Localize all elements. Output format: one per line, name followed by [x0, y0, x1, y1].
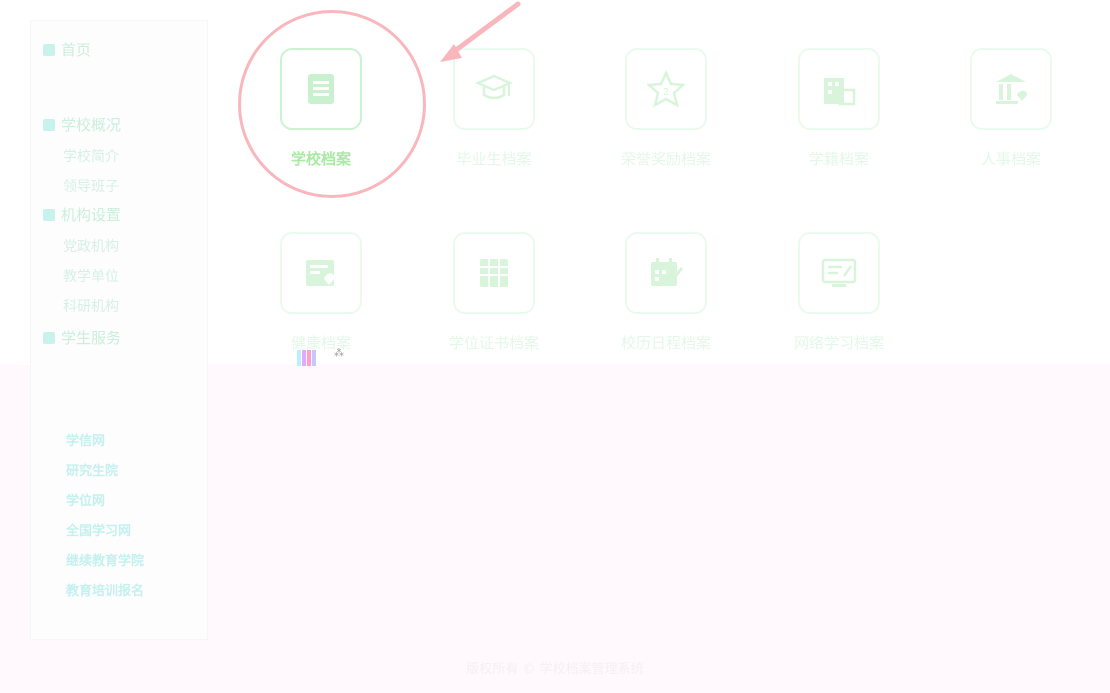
graduation-cap-icon	[475, 74, 513, 100]
tile-calendar-archive[interactable]: 校历日程档案	[606, 232, 726, 382]
sidebar-item-leaders[interactable]: 领导班子	[63, 178, 119, 196]
tile-degree-archive[interactable]: 学位证书档案	[434, 232, 554, 382]
star-icon: 2	[647, 70, 685, 108]
tile-label: 健康档案	[290, 334, 351, 352]
tile-label: 毕业生档案	[456, 150, 532, 168]
monitor-icon	[821, 258, 857, 287]
sidebar-section-home[interactable]: 首页	[43, 41, 91, 59]
quick-link[interactable]: 教育培训报名	[66, 583, 144, 601]
sidebar: 首页 学校概况 学校简介 领导班子 机构设置 党政机构 教学单位 科研机构 学生…	[30, 20, 208, 640]
tile-label: 人事档案	[980, 150, 1041, 168]
building-icon	[824, 78, 856, 106]
sidebar-section-students[interactable]: 学生服务	[43, 329, 121, 347]
quick-link[interactable]: 学位网	[66, 493, 105, 511]
quick-link[interactable]: 全国学习网	[66, 523, 131, 541]
sidebar-section-org[interactable]: 机构设置	[43, 206, 121, 224]
page-footer: 版权所有 © 学校档案管理系统	[466, 662, 644, 677]
tile-label: 网络学习档案	[793, 334, 884, 352]
square-bullet-icon	[43, 209, 55, 221]
sidebar-item-research[interactable]: 科研机构	[63, 298, 119, 316]
quick-link[interactable]: 研究生院	[66, 463, 118, 481]
sidebar-item-party[interactable]: 党政机构	[63, 238, 119, 256]
highlight-circle	[238, 10, 426, 198]
loading-icon: ⁂	[334, 348, 344, 359]
tile-label: 学籍档案	[808, 150, 869, 168]
quick-link[interactable]: 学信网	[66, 433, 105, 451]
square-bullet-icon	[43, 119, 55, 131]
color-bar-icon	[297, 350, 316, 366]
svg-text:2: 2	[663, 87, 669, 98]
quick-link[interactable]: 继续教育学院	[66, 553, 144, 571]
health-card-icon	[306, 260, 335, 286]
pointer-arrow-icon	[440, 1, 521, 62]
sidebar-section-overview[interactable]: 学校概况	[43, 116, 121, 134]
tile-label: 学位证书档案	[448, 334, 539, 352]
sidebar-item-intro[interactable]: 学校简介	[63, 148, 119, 166]
tile-label: 荣誉奖励档案	[620, 150, 711, 168]
bank-icon	[996, 74, 1028, 104]
tile-label: 校历日程档案	[620, 334, 711, 352]
tile-enrollment-archive[interactable]: 学籍档案	[779, 48, 899, 198]
tile-personnel-archive[interactable]: 人事档案	[951, 48, 1071, 198]
tile-online-learning-archive[interactable]: 网络学习档案	[779, 232, 899, 382]
sidebar-item-teaching[interactable]: 教学单位	[63, 268, 119, 286]
table-icon	[480, 259, 508, 287]
square-bullet-icon	[43, 44, 55, 56]
tile-graduate-archive[interactable]: 毕业生档案	[434, 48, 554, 198]
tile-honor-archive[interactable]: 2 荣誉奖励档案	[606, 48, 726, 198]
tile-health-archive[interactable]: 健康档案	[261, 232, 381, 382]
square-bullet-icon	[43, 332, 55, 344]
calendar-edit-icon	[651, 258, 684, 286]
